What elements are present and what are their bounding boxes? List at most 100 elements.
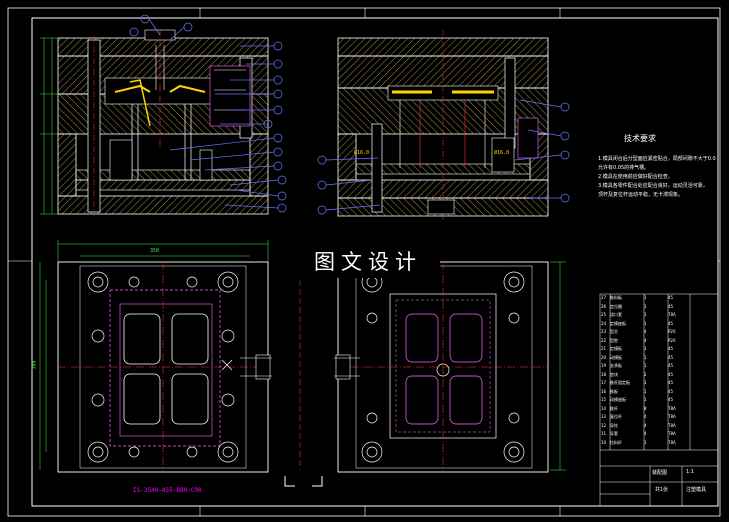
bom-cell: 4 — [644, 414, 647, 419]
bom-cell: 2 — [644, 371, 647, 377]
bom-row: 27 推料板 1 45 — [601, 295, 717, 304]
bom-cell: 15 — [601, 397, 607, 402]
section-view-right — [337, 30, 549, 220]
note-line: 3.模具各零件配合处应配合良好，运动灵活可靠， — [598, 183, 708, 189]
bom-cell: 26 — [601, 303, 607, 309]
bom-cell: 导柱 — [610, 422, 618, 428]
mold-base-code: IS-3540-A55-B80-C90 — [133, 487, 202, 494]
bom-cell: 推料板 — [610, 295, 622, 300]
watermark-caption: 图文设计 — [296, 246, 440, 278]
bom-cell: 1 — [644, 388, 647, 394]
bom-cell: 定模座板 — [610, 320, 626, 326]
bom-cell: 支承板 — [610, 363, 622, 368]
bom-cell: 8 — [644, 405, 647, 411]
bom-cell: 推杆固定板 — [610, 380, 630, 385]
bom-row: 19 支承板 1 45 — [601, 363, 717, 372]
bom-cell: 25 — [601, 312, 607, 317]
title-block-name: 注塑模具 — [686, 487, 707, 493]
note-line: 1.模具闭合后分型面应紧密贴合，局部间隙不大于0.02mm， — [598, 156, 716, 162]
bom-cell: 浇口套 — [610, 312, 622, 317]
bom-cell — [690, 423, 717, 432]
bom-cell: 动模座板 — [610, 397, 626, 402]
bom-cell: 12 — [601, 422, 607, 428]
bom-cell: 45 — [668, 380, 674, 385]
bom-row: 13 复位杆 4 T8A — [601, 414, 717, 423]
bom-cell — [690, 304, 717, 313]
bom-cell: 1 — [644, 303, 647, 309]
plan-view-left — [39, 240, 272, 473]
bom-cell: 45 — [668, 346, 674, 351]
bom-cell: 垫块 — [610, 371, 618, 377]
note-line: 2.模具在使用前应做好配合检查。 — [598, 174, 673, 180]
bom-cell: T8A — [668, 422, 676, 428]
bom-cell: 4 — [644, 431, 647, 436]
bom-cell: 1 — [644, 312, 647, 317]
section-view-left — [40, 29, 269, 216]
bom-row: 12 导柱 4 T8A — [601, 423, 717, 432]
bom-cell: 45 — [668, 303, 674, 309]
bom-cell — [690, 355, 717, 364]
bom-cell — [690, 329, 717, 338]
bom-cell: 复位杆 — [610, 414, 622, 419]
bom-cell: 17 — [601, 380, 607, 385]
bom-cell: 导套 — [610, 431, 618, 436]
bom-table: 27 推料板 1 45 26 定位圈 1 45 25 浇口套 1 T8A 24 定模座板 1 45 23 型芯 4 P… — [601, 295, 717, 448]
title-block-drawing: 装配图 — [652, 470, 668, 476]
bom-row: 26 定位圈 1 45 — [601, 304, 717, 313]
overall-height-dimension: 300 — [31, 360, 38, 370]
bom-cell: 动模板 — [610, 354, 622, 360]
title-block-sheet: 共1张 — [655, 487, 669, 493]
bom-cell: 27 — [601, 295, 607, 300]
bom-cell: 1 — [644, 295, 647, 300]
bom-row: 20 动模板 1 45 — [601, 355, 717, 364]
bom-cell: T8A — [668, 312, 676, 317]
bom-cell — [690, 431, 717, 440]
bom-cell: 1 — [644, 363, 647, 368]
bom-cell: 24 — [601, 320, 607, 326]
note-line: 顶杆及复位杆运动平稳，无卡滞现象。 — [598, 192, 684, 198]
bom-cell: 1 — [644, 397, 647, 402]
bom-row: 15 动模座板 1 45 — [601, 397, 717, 406]
bom-cell: T8A — [668, 431, 676, 436]
bom-cell: 1 — [644, 320, 647, 326]
bom-cell: 18 — [601, 371, 607, 377]
bom-cell — [690, 346, 717, 355]
bom-cell: 型腔 — [610, 337, 618, 343]
bom-cell: 1 — [644, 346, 647, 351]
bom-cell: 20 — [601, 354, 607, 360]
bom-cell: 4 — [644, 337, 647, 343]
bom-cell: T8A — [668, 405, 676, 411]
bom-cell: 推杆 — [610, 405, 618, 411]
section-label-left: Ø16.0 — [354, 150, 370, 156]
bom-cell: 10 — [601, 439, 607, 445]
bom-cell: 45 — [668, 354, 674, 360]
title-block-scale: 1:1 — [686, 469, 695, 475]
bom-cell: 23 — [601, 329, 607, 334]
bom-cell: 45 — [668, 371, 674, 377]
bom-row: 23 型芯 4 P20 — [601, 329, 717, 338]
bom-cell: T8A — [668, 439, 676, 445]
bom-cell: 1 — [644, 439, 647, 445]
bom-row: 21 定模板 1 45 — [601, 346, 717, 355]
bom-cell — [690, 295, 717, 304]
bom-cell: 45 — [668, 363, 674, 368]
bom-cell: 4 — [644, 329, 647, 334]
bom-cell: 16 — [601, 388, 607, 394]
overall-width-dimension: 350 — [150, 248, 160, 254]
bom-row: 18 垫块 2 45 — [601, 372, 717, 381]
bom-cell: 型芯 — [610, 329, 618, 334]
bom-cell — [690, 414, 717, 423]
bom-cell: 定位圈 — [610, 303, 622, 309]
bom-row: 10 拉料杆 1 T8A — [601, 440, 717, 449]
bom-cell: 22 — [601, 337, 607, 343]
bom-cell — [690, 389, 717, 398]
bom-cell: 1 — [644, 380, 647, 385]
bom-cell: 45 — [668, 320, 674, 326]
plan-view-right — [334, 261, 566, 473]
bom-cell: 拉料杆 — [610, 439, 622, 445]
bom-cell: 21 — [601, 346, 607, 351]
bom-cell: 13 — [601, 414, 607, 419]
bom-cell: 45 — [668, 295, 674, 300]
bom-cell — [690, 372, 717, 381]
bom-cell — [690, 338, 717, 347]
